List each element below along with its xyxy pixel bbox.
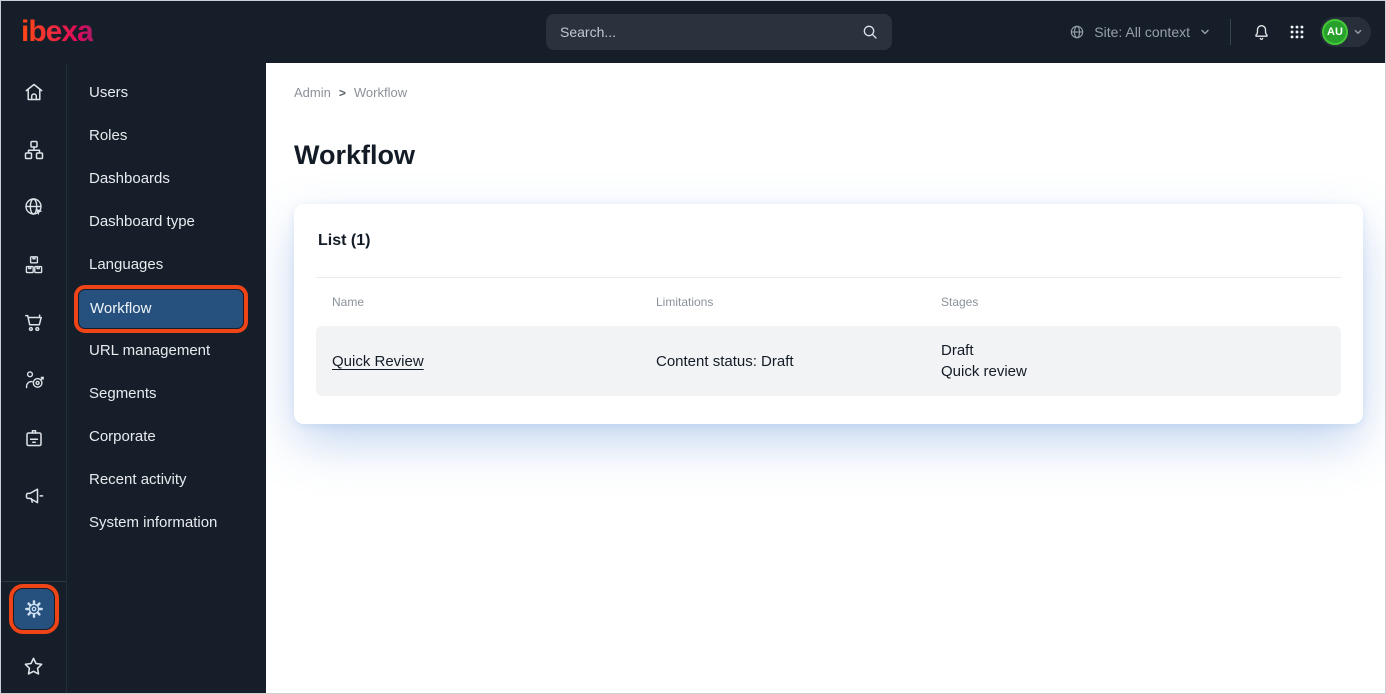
cell-stages: Draft Quick review xyxy=(925,340,1341,382)
search-input[interactable] xyxy=(560,24,860,40)
breadcrumb: Admin > Workflow xyxy=(294,85,1385,100)
breadcrumb-workflow: Workflow xyxy=(353,85,408,100)
rail-personalization-button[interactable] xyxy=(1,352,66,410)
page-title: Workflow xyxy=(294,140,415,170)
site-context-label: Site: All context xyxy=(1094,24,1190,40)
search-icon[interactable] xyxy=(860,22,880,42)
stage-item: Quick review xyxy=(941,363,1027,380)
marketing-megaphone-icon xyxy=(22,484,46,508)
sidebar-item-languages[interactable]: Languages xyxy=(67,243,266,286)
commerce-cart-icon xyxy=(22,311,46,335)
topbar-divider xyxy=(1230,19,1231,45)
app-switcher-button[interactable] xyxy=(1286,21,1308,43)
ibexa-admin-app: ibexa Site: All context xyxy=(0,0,1386,694)
cell-name: Quick Review xyxy=(316,353,640,370)
site-globe-icon xyxy=(22,195,46,219)
content-tree-icon xyxy=(22,138,46,162)
sidebar-item-recent-activity[interactable]: Recent activity xyxy=(67,458,266,501)
rail-home-button[interactable] xyxy=(1,63,66,121)
corporate-badge-icon xyxy=(22,426,46,450)
column-header-stages: Stages xyxy=(941,295,979,309)
sidebar-item-roles[interactable]: Roles xyxy=(67,114,266,157)
topbar-right-controls: Site: All context AU xyxy=(1068,17,1371,47)
site-context-selector[interactable]: Site: All context xyxy=(1068,23,1212,41)
icon-rail xyxy=(1,63,67,693)
sidebar-item-system-information[interactable]: System information xyxy=(67,501,266,544)
workflow-name-link[interactable]: Quick Review xyxy=(332,353,424,370)
column-header-limitations: Limitations xyxy=(656,295,714,309)
table-row: Quick Review Content status: Draft Draft… xyxy=(316,326,1341,396)
products-boxes-icon xyxy=(22,253,46,277)
rail-commerce-button[interactable] xyxy=(1,294,66,352)
cell-limitations: Content status: Draft xyxy=(656,352,794,370)
global-search xyxy=(546,14,892,50)
breadcrumb-separator: > xyxy=(338,85,346,100)
admin-sidebar: Users Roles Dashboards Dashboard type La… xyxy=(67,63,266,693)
sidebar-item-segments[interactable]: Segments xyxy=(67,372,266,415)
card-header: List (1) xyxy=(316,204,1341,278)
table-header-row: Name Limitations Stages xyxy=(316,278,1341,326)
ibexa-logo[interactable]: ibexa xyxy=(21,17,94,47)
sidebar-item-dashboard-type[interactable]: Dashboard type xyxy=(67,200,266,243)
main-content: Admin > Workflow Workflow List (1) Name … xyxy=(266,63,1385,693)
sidebar-item-dashboards[interactable]: Dashboards xyxy=(67,157,266,200)
sidebar-item-workflow[interactable]: Workflow xyxy=(74,285,248,333)
rail-content-tree-button[interactable] xyxy=(1,121,66,179)
rail-settings-button[interactable] xyxy=(1,582,66,638)
globe-icon xyxy=(1068,23,1086,41)
grid-dots-icon xyxy=(1288,23,1306,41)
chevron-down-icon xyxy=(1352,26,1364,38)
column-header-name: Name xyxy=(332,295,365,309)
rail-site-button[interactable] xyxy=(1,178,66,236)
rail-corporate-button[interactable] xyxy=(1,409,66,467)
rail-favorites-button[interactable] xyxy=(1,637,66,693)
sidebar-item-url-management[interactable]: URL management xyxy=(67,329,266,372)
settings-gear-icon xyxy=(23,598,45,620)
rail-products-button[interactable] xyxy=(1,236,66,294)
favorites-star-icon xyxy=(21,654,46,679)
avatar: AU xyxy=(1322,19,1348,45)
stage-item: Draft xyxy=(941,342,974,359)
chevron-down-icon xyxy=(1198,25,1212,39)
bell-icon xyxy=(1251,22,1272,43)
workflow-list-card: List (1) Name Limitations Stages Quick R… xyxy=(294,204,1363,424)
personalization-target-icon xyxy=(22,368,46,392)
card-title: List (1) xyxy=(318,231,371,249)
sidebar-item-corporate[interactable]: Corporate xyxy=(67,415,266,458)
settings-active-highlight xyxy=(8,584,59,635)
rail-marketing-button[interactable] xyxy=(1,467,66,525)
notifications-button[interactable] xyxy=(1249,20,1274,45)
user-menu[interactable]: AU xyxy=(1320,17,1371,47)
home-icon xyxy=(22,80,46,104)
top-bar: ibexa Site: All context xyxy=(1,1,1385,63)
breadcrumb-admin[interactable]: Admin xyxy=(294,85,331,100)
sidebar-item-users[interactable]: Users xyxy=(67,71,266,114)
